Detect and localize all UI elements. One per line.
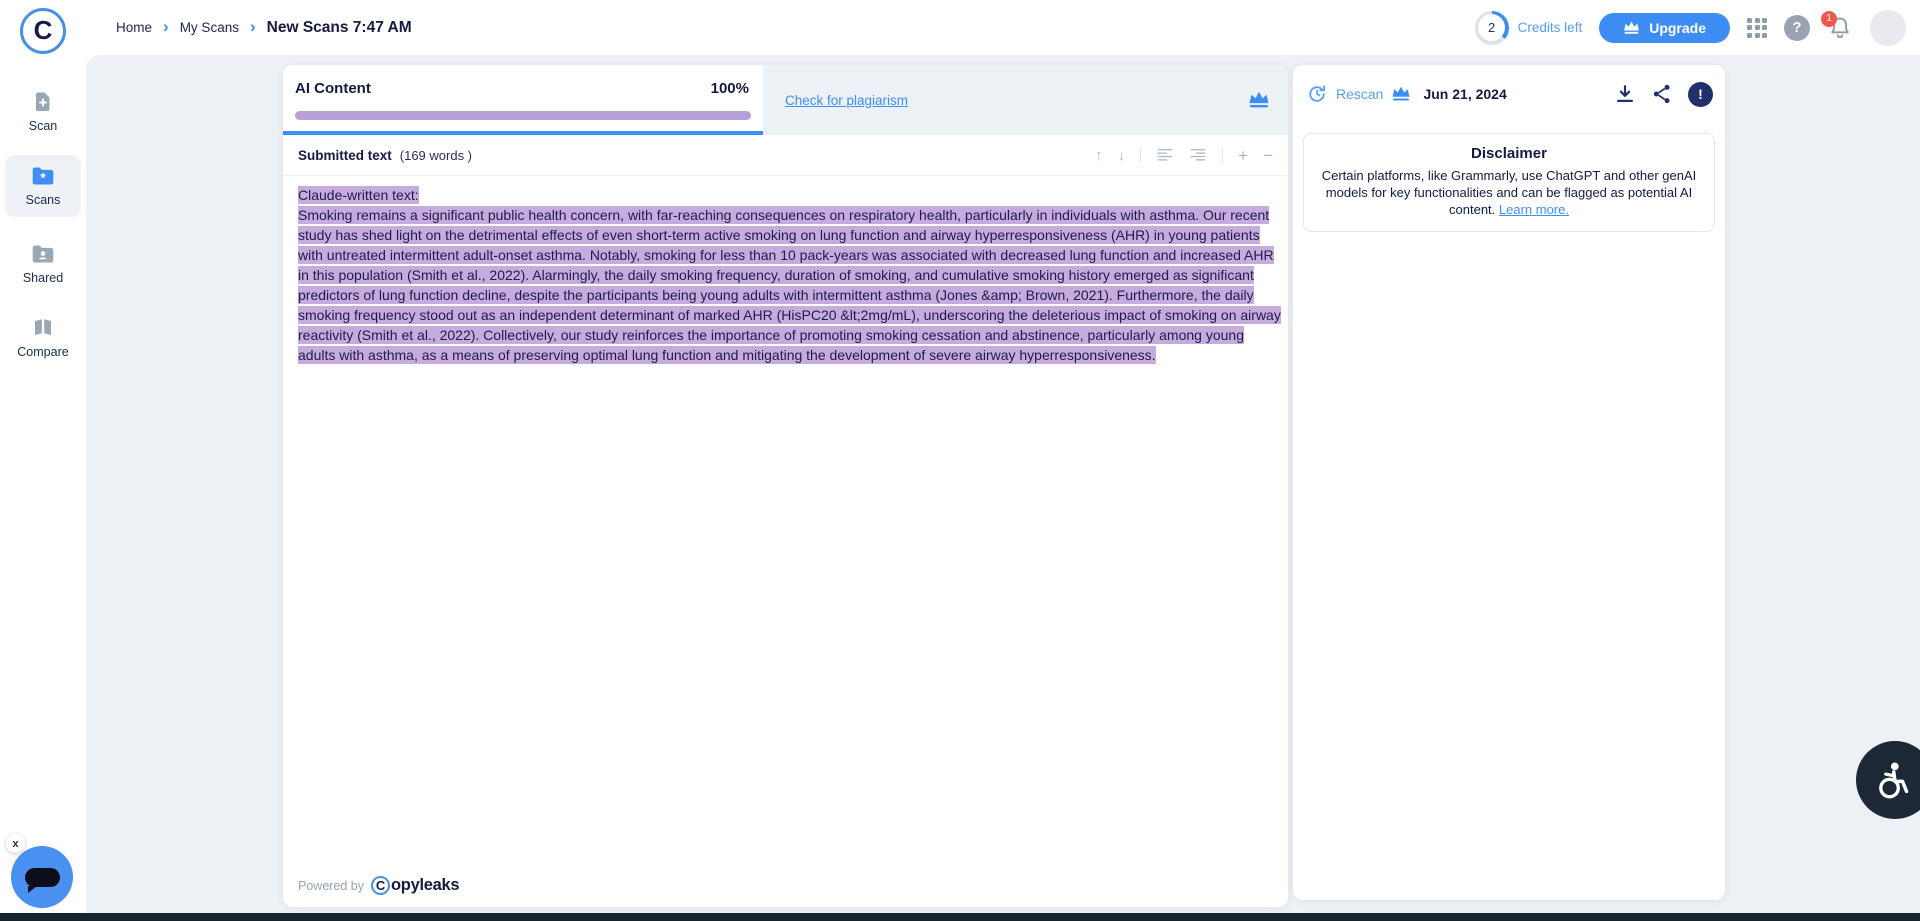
top-bar: C Home › My Scans › New Scans 7:47 AM 2 … bbox=[0, 0, 1920, 55]
sidebar-label-scans: Scans bbox=[26, 193, 61, 207]
apps-grid-icon[interactable] bbox=[1747, 18, 1767, 38]
breadcrumb-current-scan: New Scans 7:47 AM bbox=[267, 19, 412, 37]
sidebar-item-shared[interactable]: Shared bbox=[5, 233, 81, 295]
word-count: (169 words ) bbox=[400, 148, 472, 163]
chat-close-button[interactable]: x bbox=[6, 834, 25, 853]
zoom-in-icon[interactable]: + bbox=[1238, 147, 1248, 164]
breadcrumb-home[interactable]: Home bbox=[116, 20, 152, 35]
toolbar-divider-line bbox=[283, 175, 1288, 176]
sidebar-item-scan[interactable]: Scan bbox=[5, 81, 81, 143]
chevron-right-icon: › bbox=[250, 18, 256, 35]
powered-by-label: Powered by bbox=[298, 879, 364, 893]
scan-result-card: AI Content 100% Check for plagiarism Sub… bbox=[283, 65, 1288, 907]
star-glyph: ★ bbox=[39, 172, 47, 181]
previous-match-arrow-up-icon[interactable]: ↑ bbox=[1095, 148, 1103, 163]
chat-bubble-icon bbox=[25, 868, 60, 887]
logo-letter: C bbox=[34, 17, 53, 43]
crown-icon bbox=[1391, 86, 1411, 102]
highlighted-text-body: Smoking remains a significant public hea… bbox=[298, 206, 1281, 364]
tab-ai-content[interactable]: AI Content 100% bbox=[283, 65, 763, 135]
info-glyph: ! bbox=[1698, 86, 1703, 102]
compare-documents-icon bbox=[31, 316, 55, 340]
breadcrumb: Home › My Scans › New Scans 7:47 AM bbox=[116, 0, 412, 55]
bottom-strip bbox=[0, 913, 1920, 921]
sidebar-item-compare[interactable]: Compare bbox=[5, 307, 81, 369]
sidebar: Scan ★ Scans Shared Compare bbox=[0, 55, 86, 913]
check-plagiarism-link[interactable]: Check for plagiarism bbox=[785, 93, 908, 108]
rescan-button[interactable]: Rescan bbox=[1336, 86, 1383, 102]
crown-icon bbox=[1623, 21, 1640, 35]
notification-badge: 1 bbox=[1821, 11, 1837, 27]
sidebar-label-compare: Compare bbox=[17, 345, 68, 359]
chat-widget-button[interactable] bbox=[11, 846, 73, 908]
learn-more-link[interactable]: Learn more. bbox=[1499, 202, 1569, 217]
download-icon[interactable] bbox=[1614, 83, 1636, 105]
upgrade-label: Upgrade bbox=[1649, 20, 1706, 36]
ai-content-label: AI Content bbox=[295, 80, 371, 97]
chevron-right-icon: › bbox=[163, 18, 169, 35]
zoom-out-icon[interactable]: − bbox=[1263, 147, 1273, 164]
copyleaks-logo-icon[interactable]: C bbox=[20, 8, 66, 54]
sidebar-label-shared: Shared bbox=[23, 271, 63, 285]
align-right-icon[interactable] bbox=[1189, 146, 1207, 164]
disclaimer-title: Disclaimer bbox=[1320, 145, 1698, 162]
credits-indicator[interactable]: 2 Credits left bbox=[1475, 11, 1583, 45]
share-icon[interactable] bbox=[1651, 83, 1673, 105]
footer-logo-letter: C bbox=[376, 879, 385, 892]
upgrade-button[interactable]: Upgrade bbox=[1599, 13, 1730, 43]
toolbar-divider bbox=[1140, 147, 1141, 163]
help-icon[interactable]: ? bbox=[1784, 15, 1810, 41]
disclaimer-box: Disclaimer Certain platforms, like Gramm… bbox=[1303, 133, 1715, 232]
align-left-icon[interactable] bbox=[1156, 146, 1174, 164]
info-icon[interactable]: ! bbox=[1688, 82, 1713, 107]
sidebar-label-scan: Scan bbox=[29, 119, 58, 133]
scan-date: Jun 21, 2024 bbox=[1423, 86, 1506, 102]
help-glyph: ? bbox=[1792, 19, 1801, 36]
shared-folder-person-icon bbox=[30, 242, 56, 266]
tab-plagiarism-area: Check for plagiarism bbox=[763, 65, 1288, 135]
crown-icon[interactable] bbox=[1248, 91, 1270, 109]
sidebar-item-scans[interactable]: ★ Scans bbox=[5, 155, 81, 217]
submitted-text-label: Submitted text bbox=[298, 148, 392, 163]
scan-details-panel: Rescan Jun 21, 2024 ! Disclaimer Certai bbox=[1293, 65, 1725, 900]
scan-details-header: Rescan Jun 21, 2024 ! bbox=[1306, 77, 1713, 111]
user-avatar[interactable] bbox=[1870, 10, 1906, 46]
highlighted-text-title: Claude-written text: bbox=[298, 186, 419, 204]
copyleaks-footer-logo[interactable]: C opyleaks bbox=[371, 876, 459, 895]
breadcrumb-my-scans[interactable]: My Scans bbox=[180, 20, 239, 35]
notifications-bell-icon[interactable]: 1 bbox=[1827, 15, 1853, 41]
footer-logo-text: opyleaks bbox=[391, 876, 459, 895]
rescan-clock-icon[interactable] bbox=[1306, 83, 1328, 105]
disclaimer-text: Certain platforms, like Grammarly, use C… bbox=[1320, 167, 1698, 218]
copyleaks-c-icon: C bbox=[371, 876, 390, 895]
new-scan-document-icon bbox=[31, 90, 55, 114]
credits-ring-icon: 2 bbox=[1475, 11, 1509, 45]
ai-content-percent: 100% bbox=[711, 80, 749, 97]
document-toolbar: Submitted text (169 words ) ↑ ↓ + − bbox=[283, 135, 1288, 175]
credits-label: Credits left bbox=[1518, 20, 1583, 35]
next-match-arrow-down-icon[interactable]: ↓ bbox=[1118, 148, 1126, 163]
submitted-text-content: Claude-written text: Smoking remains a s… bbox=[298, 185, 1282, 365]
ai-content-progress-bar bbox=[295, 111, 751, 120]
credits-count: 2 bbox=[1488, 20, 1495, 35]
scans-folder-star-icon: ★ bbox=[30, 164, 56, 188]
toolbar-divider bbox=[1222, 147, 1223, 163]
accessibility-wheelchair-icon bbox=[1871, 759, 1913, 801]
powered-by-row: Powered by C opyleaks bbox=[298, 876, 459, 895]
